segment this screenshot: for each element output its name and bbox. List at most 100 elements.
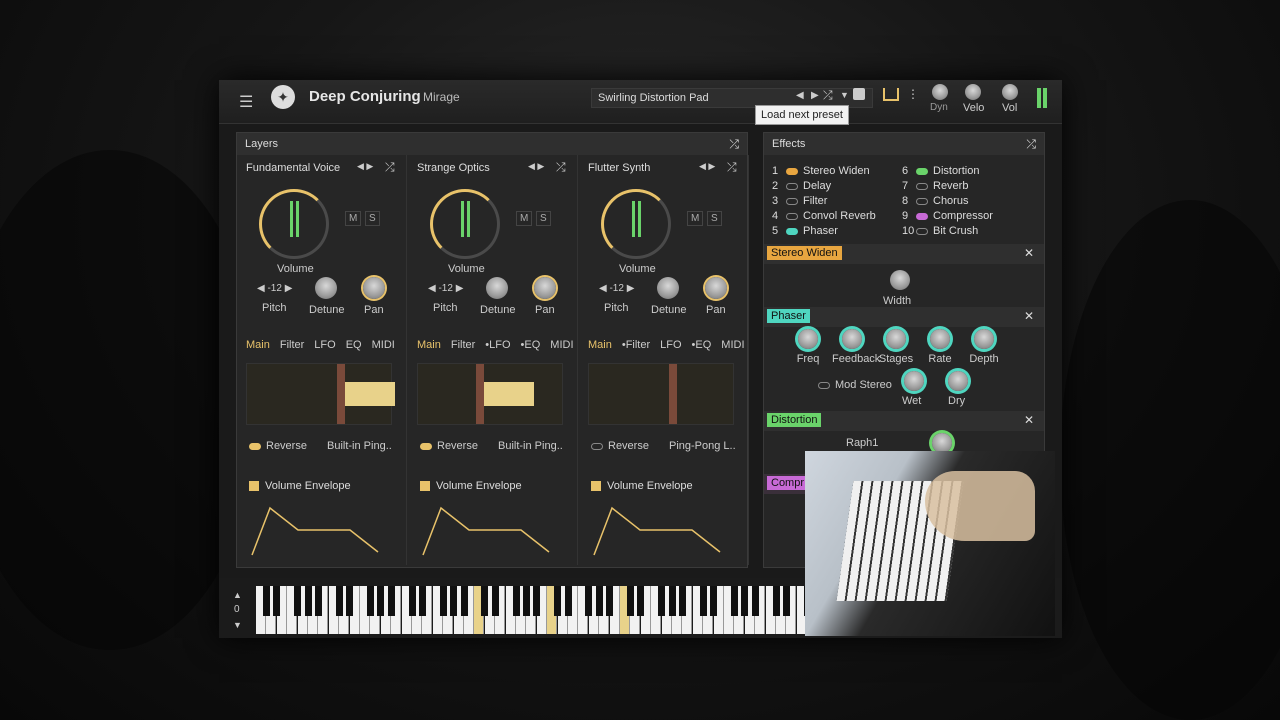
dyn-knob[interactable] bbox=[932, 84, 948, 100]
black-key[interactable] bbox=[668, 586, 676, 616]
tab-3[interactable]: •EQ bbox=[692, 339, 712, 351]
shuffle-icon[interactable]: ⤮ bbox=[727, 160, 737, 175]
black-key[interactable] bbox=[731, 586, 738, 616]
effect-toggle[interactable] bbox=[916, 182, 928, 190]
black-key[interactable] bbox=[335, 586, 343, 616]
envelope-checkbox[interactable]: Volume Envelope bbox=[249, 480, 351, 492]
close-icon[interactable]: ✕ bbox=[1024, 413, 1034, 427]
effect-item[interactable]: 10 Bit Crush bbox=[902, 225, 978, 237]
effect-toggle[interactable] bbox=[786, 212, 798, 220]
envelope-graph[interactable] bbox=[417, 500, 563, 558]
prev-icon[interactable]: ◀ ▶ bbox=[528, 161, 544, 172]
effect-item[interactable]: 6 Distortion bbox=[902, 165, 979, 177]
hamburger-menu-icon[interactable]: ☰ bbox=[239, 92, 253, 112]
tab-3[interactable]: •EQ bbox=[521, 339, 541, 351]
shuffle-icon[interactable]: ⤮ bbox=[556, 160, 566, 175]
black-key[interactable] bbox=[554, 586, 562, 616]
reverse-toggle[interactable]: Reverse bbox=[420, 440, 478, 452]
close-icon[interactable]: ✕ bbox=[1024, 246, 1034, 260]
shuffle-icon[interactable]: ⤮ bbox=[1026, 137, 1036, 152]
shuffle-icon[interactable]: ⤮ bbox=[729, 137, 739, 152]
black-key[interactable] bbox=[533, 586, 541, 616]
black-key[interactable] bbox=[751, 586, 759, 616]
close-icon[interactable]: ✕ bbox=[1024, 309, 1034, 323]
distortion-knob[interactable] bbox=[932, 433, 952, 453]
effect-item[interactable]: 3 Filter bbox=[772, 195, 827, 207]
black-key[interactable] bbox=[419, 586, 426, 616]
effect-toggle[interactable] bbox=[786, 182, 798, 190]
volume-knob[interactable] bbox=[259, 189, 329, 259]
black-key[interactable] bbox=[627, 586, 634, 616]
black-key[interactable] bbox=[741, 586, 749, 616]
black-key[interactable] bbox=[637, 586, 645, 616]
width-knob[interactable] bbox=[890, 270, 910, 290]
save-icon[interactable] bbox=[853, 88, 865, 100]
prev-icon[interactable]: ◀ ▶ bbox=[357, 161, 373, 172]
effect-toggle[interactable] bbox=[916, 167, 928, 175]
solo-button[interactable]: S bbox=[707, 211, 722, 226]
pitch-stepper[interactable]: ◀ -12 ▶ bbox=[599, 283, 634, 294]
stages-knob[interactable] bbox=[886, 329, 906, 349]
loop-mode-select[interactable]: Built-in Ping.. bbox=[327, 440, 392, 452]
effect-toggle[interactable] bbox=[916, 197, 928, 205]
black-key[interactable] bbox=[367, 586, 374, 616]
layer-name[interactable]: Strange Optics bbox=[417, 162, 490, 174]
distortion-type[interactable]: Raph1 bbox=[846, 437, 878, 449]
volume-knob[interactable] bbox=[430, 189, 500, 259]
pan-knob[interactable] bbox=[363, 277, 385, 299]
black-key[interactable] bbox=[595, 586, 603, 616]
effect-item[interactable]: 4 Convol Reverb bbox=[772, 210, 876, 222]
effect-toggle[interactable] bbox=[786, 167, 798, 175]
shuffle-icon[interactable]: ⤮ bbox=[823, 88, 833, 103]
black-key[interactable] bbox=[273, 586, 281, 616]
tab-3[interactable]: EQ bbox=[346, 339, 362, 351]
sample-start-marker[interactable] bbox=[669, 364, 677, 424]
effect-item[interactable]: 5 Phaser bbox=[772, 225, 838, 237]
envelope-graph[interactable] bbox=[588, 500, 734, 558]
prev-preset-icon[interactable]: ◀ bbox=[796, 90, 804, 101]
dry-knob[interactable] bbox=[948, 371, 968, 391]
layer-name[interactable]: Flutter Synth bbox=[588, 162, 650, 174]
waveform-display[interactable] bbox=[246, 363, 395, 425]
pan-knob[interactable] bbox=[534, 277, 556, 299]
effect-item[interactable]: 7 Reverb bbox=[902, 180, 968, 192]
dropdown-icon[interactable]: ▼ bbox=[840, 90, 849, 100]
tab-2[interactable]: LFO bbox=[314, 339, 335, 351]
tab-0[interactable]: Main bbox=[417, 339, 441, 351]
more-options-icon[interactable]: ⋮ bbox=[907, 87, 919, 101]
effect-toggle[interactable] bbox=[786, 197, 798, 205]
black-key[interactable] bbox=[294, 586, 302, 616]
effect-toggle[interactable] bbox=[916, 227, 928, 235]
octave-up-icon[interactable]: ▲ bbox=[233, 590, 242, 600]
black-key[interactable] bbox=[699, 586, 707, 616]
black-key[interactable] bbox=[408, 586, 416, 616]
envelope-checkbox[interactable]: Volume Envelope bbox=[591, 480, 693, 492]
volume-knob[interactable] bbox=[601, 189, 671, 259]
wet-knob[interactable] bbox=[904, 371, 924, 391]
octave-down-icon[interactable]: ▼ bbox=[233, 620, 242, 630]
tab-4[interactable]: MIDI bbox=[372, 339, 395, 351]
effect-item[interactable]: 8 Chorus bbox=[902, 195, 968, 207]
detune-knob[interactable] bbox=[657, 277, 679, 299]
envelope-graph[interactable] bbox=[246, 500, 392, 558]
tab-2[interactable]: •LFO bbox=[485, 339, 510, 351]
envelope-checkbox[interactable]: Volume Envelope bbox=[420, 480, 522, 492]
detune-knob[interactable] bbox=[315, 277, 337, 299]
black-key[interactable] bbox=[387, 586, 395, 616]
depth-knob[interactable] bbox=[974, 329, 994, 349]
black-key[interactable] bbox=[481, 586, 489, 616]
solo-button[interactable]: S bbox=[536, 211, 551, 226]
effect-item[interactable]: 2 Delay bbox=[772, 180, 831, 192]
black-key[interactable] bbox=[315, 586, 322, 616]
black-key[interactable] bbox=[460, 586, 468, 616]
detune-knob[interactable] bbox=[486, 277, 508, 299]
sample-start-marker[interactable] bbox=[476, 364, 484, 424]
black-key[interactable] bbox=[346, 586, 354, 616]
black-key[interactable] bbox=[512, 586, 520, 616]
feedback-knob[interactable] bbox=[842, 329, 862, 349]
tab-4[interactable]: MIDI bbox=[550, 339, 573, 351]
black-key[interactable] bbox=[564, 586, 572, 616]
tab-1[interactable]: •Filter bbox=[622, 339, 650, 351]
effect-item[interactable]: 9 Compressor bbox=[902, 210, 993, 222]
reverse-toggle[interactable]: Reverse bbox=[591, 440, 649, 452]
